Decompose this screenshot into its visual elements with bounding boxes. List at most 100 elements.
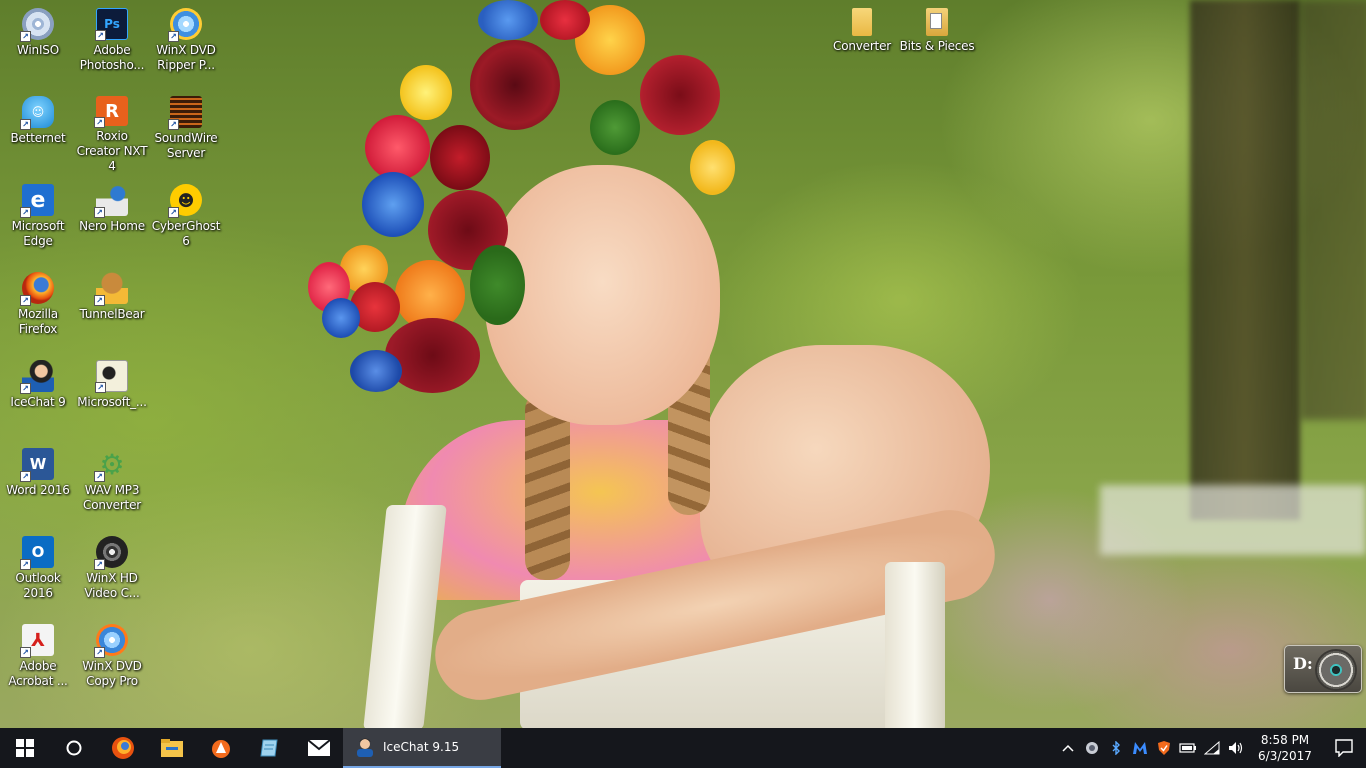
desktop-icon-label: Mozilla Firefox	[18, 307, 58, 336]
show-hidden-icons-button[interactable]	[1056, 728, 1080, 768]
wallpaper-flower	[470, 245, 525, 325]
desktop-icon-label: Betternet	[10, 131, 66, 145]
clock-date: 6/3/2017	[1258, 749, 1312, 763]
wallpaper-chair-post-left	[363, 505, 447, 728]
tray-malwarebytes[interactable]	[1128, 728, 1152, 768]
cortana-search-button[interactable]	[49, 728, 98, 768]
desktop-icon-firefox[interactable]: ↗ Mozilla Firefox	[0, 266, 76, 350]
desktop-icon-nero[interactable]: ↗ Nero Home	[74, 178, 150, 262]
desktop-icon-label: WinISO	[17, 43, 59, 57]
wifi-icon	[1204, 741, 1220, 755]
desktop-icon-photoshop[interactable]: Ps ↗ Adobe Photosho...	[74, 2, 150, 86]
bluetooth-icon	[1112, 741, 1120, 755]
desktop-icon-label: WAV MP3 Converter	[83, 483, 141, 512]
desktop-folder-bits-pieces[interactable]: Bits & Pieces	[899, 2, 975, 86]
mail-icon	[306, 739, 331, 756]
shortcut-arrow-icon: ↗	[168, 207, 179, 218]
tray-avast[interactable]	[1152, 728, 1176, 768]
start-button[interactable]	[0, 728, 49, 768]
taskbar-pin-notepad[interactable]	[245, 728, 294, 768]
tray-volume[interactable]	[1224, 728, 1248, 768]
desktop-icon-label: WinX DVD Copy Pro	[82, 659, 142, 688]
edge-icon: e ↗	[20, 184, 54, 218]
acrobat-icon: ⅄ ↗	[20, 624, 54, 658]
desktop-icon-label: Adobe Photosho...	[79, 43, 145, 72]
microsoft-file-icon: ↗	[95, 360, 128, 393]
taskbar-pin-mail[interactable]	[294, 728, 343, 768]
wallpaper-flower	[540, 0, 590, 40]
desktop-icon-betternet[interactable]: ☺ ↗ Betternet	[0, 90, 76, 174]
desktop-icon-outlook[interactable]: O ↗ Outlook 2016	[0, 530, 76, 614]
disc-icon	[1315, 649, 1357, 691]
outlook-icon: O ↗	[20, 536, 54, 570]
taskbar-pin-avast[interactable]	[196, 728, 245, 768]
desktop-icon-roxio[interactable]: R ↗ Roxio Creator NXT 4	[74, 90, 150, 174]
desktop-icon-label: TunnelBear	[79, 307, 145, 321]
desktop-icon-label: Roxio Creator NXT 4	[76, 129, 148, 173]
desktop-icon-word[interactable]: W ↗ Word 2016	[0, 442, 76, 526]
volume-icon	[1229, 742, 1243, 754]
shortcut-arrow-icon: ↗	[94, 471, 105, 482]
taskbar-clock[interactable]: 8:58 PM 6/3/2017	[1248, 732, 1322, 764]
system-tray: 8:58 PM 6/3/2017	[1056, 728, 1366, 768]
shortcut-arrow-icon: ↗	[95, 30, 106, 41]
shortcut-arrow-icon: ↗	[94, 207, 105, 218]
wallpaper-flower	[322, 298, 360, 338]
tray-battery[interactable]	[1176, 728, 1200, 768]
desktop-folder-converter[interactable]: Converter	[824, 2, 900, 86]
betternet-icon: ☺ ↗	[20, 96, 54, 130]
wallpaper-tree	[1190, 0, 1300, 520]
desktop-icon-label: Microsoft Edge	[11, 219, 65, 248]
desktop-icon-winx-dvd-ripper[interactable]: ↗ WinX DVD Ripper P...	[148, 2, 224, 86]
wallpaper-chair-post-right	[885, 562, 945, 728]
shortcut-arrow-icon: ↗	[168, 31, 179, 42]
shield-icon	[1086, 742, 1098, 754]
desktop-icon-icechat[interactable]: ↗ IceChat 9	[0, 354, 76, 438]
desktop-icon-wav-mp3[interactable]: ⚙ ↗ WAV MP3 Converter	[74, 442, 150, 526]
shortcut-arrow-icon: ↗	[20, 295, 31, 306]
photoshop-icon: Ps ↗	[95, 8, 128, 41]
shortcut-arrow-icon: ↗	[20, 471, 31, 482]
tray-shield[interactable]	[1080, 728, 1104, 768]
desktop-icon-winx-hd-video[interactable]: ↗ WinX HD Video C...	[74, 530, 150, 614]
firefox-icon	[111, 737, 134, 759]
desktop-icon-acrobat[interactable]: ⅄ ↗ Adobe Acrobat ...	[0, 618, 76, 702]
wallpaper-flower	[362, 172, 424, 237]
desktop-icon-tunnelbear[interactable]: ↗ TunnelBear	[74, 266, 150, 350]
firefox-icon: ↗	[20, 272, 54, 306]
desktop-icon-label: Word 2016	[6, 483, 70, 497]
drive-letter: D:	[1293, 654, 1313, 673]
malwarebytes-icon	[1133, 742, 1147, 754]
desktop-icon-label: Adobe Acrobat ...	[8, 659, 68, 688]
icechat-icon: ↗	[20, 360, 54, 394]
notepad-icon	[259, 739, 278, 757]
shortcut-arrow-icon: ↗	[94, 295, 105, 306]
desktop-icon-edge[interactable]: e ↗ Microsoft Edge	[0, 178, 76, 262]
shortcut-arrow-icon: ↗	[95, 382, 106, 393]
avast-shield-icon	[1158, 741, 1170, 755]
taskbar: IceChat 9.15 8:58 PM 6/3/2017	[0, 728, 1366, 768]
desktop-icon-winiso[interactable]: ↗ WinISO	[0, 2, 76, 86]
roxio-icon: R ↗	[94, 96, 128, 128]
folder-icon	[852, 8, 872, 36]
tray-wifi[interactable]	[1200, 728, 1224, 768]
desktop-icon-label: IceChat 9	[10, 395, 66, 409]
desktop-icon-microsoft-file[interactable]: ↗ Microsoft_...	[74, 354, 150, 438]
desktop-icon-soundwire[interactable]: ↗ SoundWire Server	[148, 90, 224, 174]
nero-icon: ↗	[94, 184, 128, 218]
drive-d-widget[interactable]: D:	[1284, 645, 1362, 693]
action-center-button[interactable]	[1322, 728, 1366, 768]
desktop-icon-winx-dvd-copy[interactable]: ↗ WinX DVD Copy Pro	[74, 618, 150, 702]
shortcut-arrow-icon: ↗	[20, 207, 31, 218]
winx-dvd-copy-icon: ↗	[94, 624, 128, 658]
taskbar-pin-file-explorer[interactable]	[147, 728, 196, 768]
chevron-up-icon	[1062, 744, 1074, 752]
desktop-icon-cyberghost[interactable]: ☻ ↗ CyberGhost 6	[148, 178, 224, 262]
shortcut-arrow-icon: ↗	[168, 119, 179, 130]
taskbar-running-icechat[interactable]: IceChat 9.15	[343, 728, 501, 768]
tray-bluetooth[interactable]	[1104, 728, 1128, 768]
wallpaper-flower	[690, 140, 735, 195]
wallpaper-flower	[400, 65, 452, 120]
taskbar-pin-firefox[interactable]	[98, 728, 147, 768]
cortana-circle-icon	[66, 740, 81, 756]
